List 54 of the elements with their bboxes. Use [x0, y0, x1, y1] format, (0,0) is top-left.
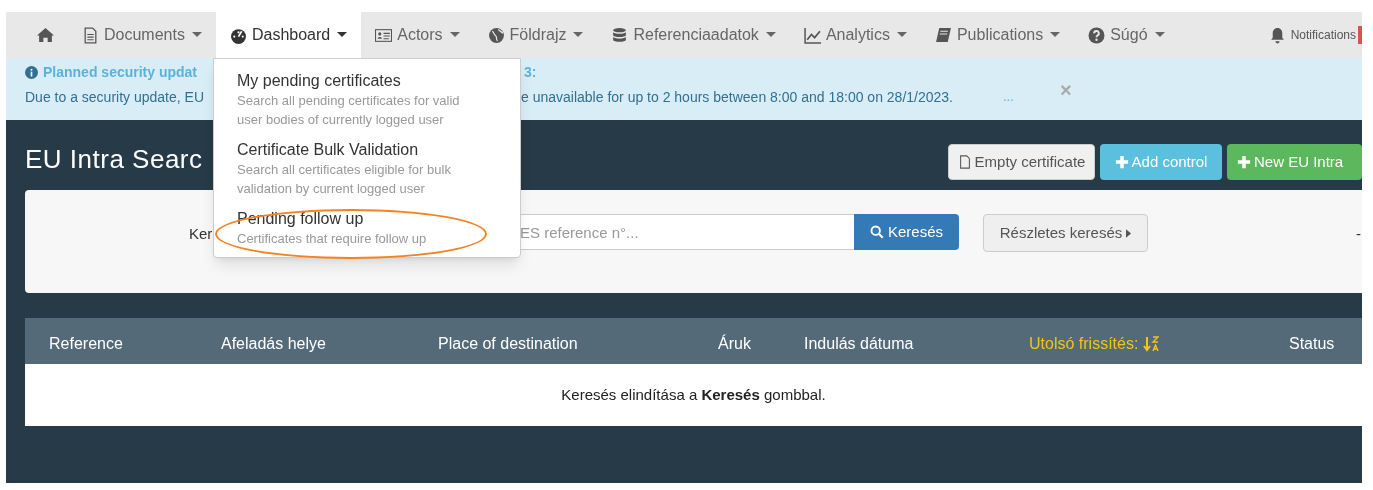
bell-icon [1268, 26, 1286, 44]
line-chart-icon [803, 26, 821, 44]
empty-table-message: Keresés elindítása a Keresés gombbal. [25, 364, 1362, 426]
empty-certificate-button[interactable]: Empty certificate [948, 144, 1095, 180]
column-header[interactable]: Utolsó frissítés: [1029, 332, 1160, 356]
nav-menu-item[interactable]: Documents [68, 12, 216, 58]
nav-menu-item[interactable]: Földrajz [473, 12, 598, 58]
plus-icon [1237, 155, 1251, 169]
search-button[interactable]: Keresés [854, 214, 959, 250]
page-title: EU Intra Searc [25, 144, 203, 174]
question-icon [1088, 26, 1106, 44]
search-label: Ker [189, 224, 213, 244]
caret-icon [449, 32, 460, 38]
document-icon [957, 155, 972, 169]
caret-icon [1050, 32, 1061, 38]
nav-menu-item[interactable]: Actors [361, 12, 474, 58]
caret-icon [337, 32, 348, 38]
column-header[interactable]: Reference [49, 332, 123, 356]
info-icon [25, 66, 38, 79]
globe-icon [487, 26, 505, 44]
alert-text: Due to a security update, EU [25, 88, 204, 107]
dropdown-item[interactable]: My pending certificates Search all pending certificates for valid user bodies of currently logged user [214, 69, 520, 132]
column-header[interactable]: Afeladás helye [221, 332, 326, 356]
search-icon [870, 225, 884, 239]
alert-title: Planned security updat [43, 63, 198, 82]
caret-icon [896, 32, 907, 38]
column-header[interactable]: Place of destination [438, 332, 578, 356]
dash-text: - [1356, 224, 1361, 244]
nav-menu-item[interactable]: Súgó [1074, 12, 1179, 58]
alert-title: 3: [524, 63, 537, 82]
column-header[interactable]: Status [1289, 332, 1335, 356]
database-icon [611, 26, 629, 44]
column-header[interactable]: Indulás dátuma [804, 332, 914, 356]
nav-menu-item[interactable]: Publications [920, 12, 1075, 58]
nav-menu-item[interactable]: Dashboard [215, 12, 362, 58]
caret-icon [765, 32, 776, 38]
advanced-search-button[interactable]: Részletes keresés [983, 214, 1148, 252]
dropdown-item[interactable]: Certificate Bulk Validation Search all certificates eligible for bulk validation by current logged user [214, 138, 520, 201]
caret-icon [573, 32, 584, 38]
notifications-link[interactable]: Notifications [1268, 12, 1358, 58]
column-header[interactable]: Áruk [718, 332, 751, 356]
nav-menu-item[interactable]: Referenciaadatok [597, 12, 790, 58]
id-card-icon [375, 26, 393, 44]
nav-menu-item[interactable]: Analytics [789, 12, 921, 58]
caret-icon [1126, 228, 1132, 238]
document-icon [82, 26, 99, 44]
plus-icon [1114, 155, 1129, 169]
notification-badge [1358, 26, 1362, 44]
alert-text: e unavailable for up to 2 hours between 8:00 and 18:00 on 28/1/2023. [521, 88, 953, 107]
caret-icon [1154, 32, 1165, 38]
book-icon [934, 26, 952, 44]
caret-icon [191, 32, 202, 38]
home-icon [37, 26, 54, 44]
dashboard-gauge-icon [229, 26, 247, 44]
